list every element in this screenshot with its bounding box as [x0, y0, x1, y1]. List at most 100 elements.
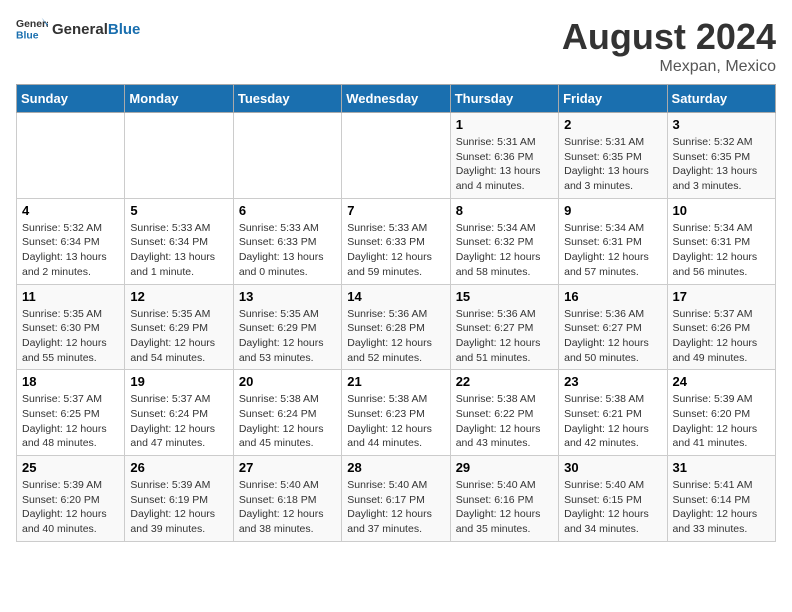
- day-number: 1: [456, 117, 553, 132]
- day-number: 19: [130, 374, 227, 389]
- calendar-cell: 4 Sunrise: 5:32 AM Sunset: 6:34 PM Daylig…: [17, 198, 125, 284]
- calendar-cell: 15Sunrise: 5:36 AM Sunset: 6:27 PM Dayli…: [450, 284, 558, 370]
- day-info: Sunrise: 5:37 AM Sunset: 6:24 PM Dayligh…: [130, 392, 227, 451]
- calendar-cell: [17, 113, 125, 199]
- calendar-body: 1 Sunrise: 5:31 AM Sunset: 6:36 PM Daylig…: [17, 113, 776, 542]
- day-info: Sunrise: 5:34 AM Sunset: 6:31 PM Dayligh…: [673, 221, 770, 280]
- calendar-cell: 17Sunrise: 5:37 AM Sunset: 6:26 PM Dayli…: [667, 284, 775, 370]
- day-info: Sunrise: 5:35 AM Sunset: 6:30 PM Dayligh…: [22, 307, 119, 366]
- day-info: Sunrise: 5:38 AM Sunset: 6:21 PM Dayligh…: [564, 392, 661, 451]
- day-number: 16: [564, 289, 661, 304]
- calendar-cell: 16Sunrise: 5:36 AM Sunset: 6:27 PM Dayli…: [559, 284, 667, 370]
- weekday-header-monday: Monday: [125, 85, 233, 113]
- day-info: Sunrise: 5:36 AM Sunset: 6:28 PM Dayligh…: [347, 307, 444, 366]
- logo: General Blue GeneralBlue: [16, 16, 140, 44]
- day-number: 2: [564, 117, 661, 132]
- day-number: 3: [673, 117, 770, 132]
- weekday-header-tuesday: Tuesday: [233, 85, 341, 113]
- title-area: August 2024 Mexpan, Mexico: [562, 16, 776, 76]
- day-info: Sunrise: 5:40 AM Sunset: 6:15 PM Dayligh…: [564, 478, 661, 537]
- day-info: Sunrise: 5:38 AM Sunset: 6:22 PM Dayligh…: [456, 392, 553, 451]
- day-number: 23: [564, 374, 661, 389]
- svg-text:General: General: [16, 19, 48, 30]
- day-info: Sunrise: 5:34 AM Sunset: 6:31 PM Dayligh…: [564, 221, 661, 280]
- day-info: Sunrise: 5:34 AM Sunset: 6:32 PM Dayligh…: [456, 221, 553, 280]
- page-header: General Blue GeneralBlue August 2024 Mex…: [16, 16, 776, 76]
- day-info: Sunrise: 5:35 AM Sunset: 6:29 PM Dayligh…: [130, 307, 227, 366]
- calendar-cell: 6Sunrise: 5:33 AM Sunset: 6:33 PM Daylig…: [233, 198, 341, 284]
- weekday-header-sunday: Sunday: [17, 85, 125, 113]
- calendar-cell: 5Sunrise: 5:33 AM Sunset: 6:34 PM Daylig…: [125, 198, 233, 284]
- calendar-cell: 13Sunrise: 5:35 AM Sunset: 6:29 PM Dayli…: [233, 284, 341, 370]
- calendar-cell: 9Sunrise: 5:34 AM Sunset: 6:31 PM Daylig…: [559, 198, 667, 284]
- weekday-header-thursday: Thursday: [450, 85, 558, 113]
- day-number: 5: [130, 203, 227, 218]
- day-info: Sunrise: 5:31 AM Sunset: 6:35 PM Dayligh…: [564, 135, 661, 194]
- day-number: 24: [673, 374, 770, 389]
- day-number: 11: [22, 289, 119, 304]
- day-info: Sunrise: 5:38 AM Sunset: 6:23 PM Dayligh…: [347, 392, 444, 451]
- calendar-table: SundayMondayTuesdayWednesdayThursdayFrid…: [16, 84, 776, 542]
- day-number: 13: [239, 289, 336, 304]
- calendar-cell: 24 Sunrise: 5:39 AM Sunset: 6:20 PM Dayli…: [667, 370, 775, 456]
- calendar-cell: 7Sunrise: 5:33 AM Sunset: 6:33 PM Daylig…: [342, 198, 450, 284]
- calendar-cell: [125, 113, 233, 199]
- calendar-cell: 8 Sunrise: 5:34 AM Sunset: 6:32 PM Daylig…: [450, 198, 558, 284]
- calendar-cell: 2 Sunrise: 5:31 AM Sunset: 6:35 PM Daylig…: [559, 113, 667, 199]
- calendar-cell: 19 Sunrise: 5:37 AM Sunset: 6:24 PM Dayli…: [125, 370, 233, 456]
- calendar-cell: 28 Sunrise: 5:40 AM Sunset: 6:17 PM Dayli…: [342, 456, 450, 542]
- day-info: Sunrise: 5:39 AM Sunset: 6:19 PM Dayligh…: [130, 478, 227, 537]
- calendar-week-row: 1 Sunrise: 5:31 AM Sunset: 6:36 PM Daylig…: [17, 113, 776, 199]
- day-number: 28: [347, 460, 444, 475]
- weekday-header-saturday: Saturday: [667, 85, 775, 113]
- calendar-cell: 3 Sunrise: 5:32 AM Sunset: 6:35 PM Daylig…: [667, 113, 775, 199]
- calendar-cell: 21 Sunrise: 5:38 AM Sunset: 6:23 PM Dayli…: [342, 370, 450, 456]
- day-number: 18: [22, 374, 119, 389]
- calendar-cell: 11 Sunrise: 5:35 AM Sunset: 6:30 PM Dayli…: [17, 284, 125, 370]
- day-number: 21: [347, 374, 444, 389]
- day-info: Sunrise: 5:39 AM Sunset: 6:20 PM Dayligh…: [673, 392, 770, 451]
- day-number: 29: [456, 460, 553, 475]
- calendar-cell: 30Sunrise: 5:40 AM Sunset: 6:15 PM Dayli…: [559, 456, 667, 542]
- day-info: Sunrise: 5:36 AM Sunset: 6:27 PM Dayligh…: [456, 307, 553, 366]
- calendar-week-row: 4 Sunrise: 5:32 AM Sunset: 6:34 PM Daylig…: [17, 198, 776, 284]
- day-info: Sunrise: 5:41 AM Sunset: 6:14 PM Dayligh…: [673, 478, 770, 537]
- calendar-cell: 20 Sunrise: 5:38 AM Sunset: 6:24 PM Dayli…: [233, 370, 341, 456]
- calendar-cell: 23 Sunrise: 5:38 AM Sunset: 6:21 PM Dayli…: [559, 370, 667, 456]
- calendar-week-row: 25Sunrise: 5:39 AM Sunset: 6:20 PM Dayli…: [17, 456, 776, 542]
- calendar-header-row: SundayMondayTuesdayWednesdayThursdayFrid…: [17, 85, 776, 113]
- calendar-cell: [233, 113, 341, 199]
- day-number: 4: [22, 203, 119, 218]
- logo-general: General: [52, 21, 108, 38]
- calendar-cell: 27 Sunrise: 5:40 AM Sunset: 6:18 PM Dayli…: [233, 456, 341, 542]
- day-number: 8: [456, 203, 553, 218]
- calendar-cell: 10 Sunrise: 5:34 AM Sunset: 6:31 PM Dayli…: [667, 198, 775, 284]
- day-info: Sunrise: 5:37 AM Sunset: 6:25 PM Dayligh…: [22, 392, 119, 451]
- calendar-cell: 14 Sunrise: 5:36 AM Sunset: 6:28 PM Dayli…: [342, 284, 450, 370]
- calendar-cell: 25Sunrise: 5:39 AM Sunset: 6:20 PM Dayli…: [17, 456, 125, 542]
- day-number: 10: [673, 203, 770, 218]
- day-info: Sunrise: 5:32 AM Sunset: 6:35 PM Dayligh…: [673, 135, 770, 194]
- location: Mexpan, Mexico: [562, 58, 776, 76]
- calendar-cell: 26 Sunrise: 5:39 AM Sunset: 6:19 PM Dayli…: [125, 456, 233, 542]
- day-info: Sunrise: 5:40 AM Sunset: 6:17 PM Dayligh…: [347, 478, 444, 537]
- day-info: Sunrise: 5:40 AM Sunset: 6:18 PM Dayligh…: [239, 478, 336, 537]
- day-number: 22: [456, 374, 553, 389]
- calendar-week-row: 18 Sunrise: 5:37 AM Sunset: 6:25 PM Dayli…: [17, 370, 776, 456]
- day-number: 14: [347, 289, 444, 304]
- day-number: 26: [130, 460, 227, 475]
- day-number: 20: [239, 374, 336, 389]
- day-info: Sunrise: 5:31 AM Sunset: 6:36 PM Dayligh…: [456, 135, 553, 194]
- calendar-cell: [342, 113, 450, 199]
- day-info: Sunrise: 5:32 AM Sunset: 6:34 PM Dayligh…: [22, 221, 119, 280]
- calendar-cell: 31Sunrise: 5:41 AM Sunset: 6:14 PM Dayli…: [667, 456, 775, 542]
- day-info: Sunrise: 5:38 AM Sunset: 6:24 PM Dayligh…: [239, 392, 336, 451]
- calendar-cell: 29Sunrise: 5:40 AM Sunset: 6:16 PM Dayli…: [450, 456, 558, 542]
- day-number: 27: [239, 460, 336, 475]
- day-info: Sunrise: 5:39 AM Sunset: 6:20 PM Dayligh…: [22, 478, 119, 537]
- calendar-cell: 12Sunrise: 5:35 AM Sunset: 6:29 PM Dayli…: [125, 284, 233, 370]
- day-number: 17: [673, 289, 770, 304]
- calendar-week-row: 11 Sunrise: 5:35 AM Sunset: 6:30 PM Dayli…: [17, 284, 776, 370]
- day-info: Sunrise: 5:33 AM Sunset: 6:33 PM Dayligh…: [347, 221, 444, 280]
- weekday-header-friday: Friday: [559, 85, 667, 113]
